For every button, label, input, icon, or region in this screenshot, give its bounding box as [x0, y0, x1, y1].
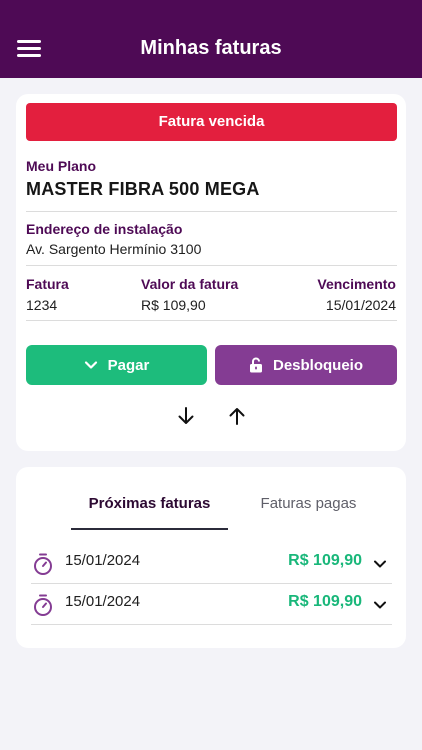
unlocked-padlock-icon	[249, 357, 262, 373]
arrow-down-icon[interactable]	[174, 404, 198, 428]
stopwatch-icon	[34, 594, 52, 616]
plan-label: Meu Plano	[26, 158, 97, 174]
invoice-amount-label: Valor da fatura	[141, 276, 239, 292]
address-value: Av. Sargento Hermínio 3100	[26, 241, 202, 257]
invoice-date: 15/01/2024	[65, 552, 141, 569]
overdue-status-banner: Fatura vencida	[26, 103, 397, 141]
address-label: Endereço de instalação	[26, 221, 183, 237]
unlock-button-label: Desbloqueio	[272, 356, 363, 374]
invoices-list-card: Próximas faturas Faturas pagas 15/01/202…	[16, 467, 406, 648]
pay-button[interactable]: Pagar	[26, 345, 207, 385]
invoice-amount: R$ 109,90	[288, 552, 362, 569]
chevron-down-icon	[84, 361, 97, 369]
divider	[31, 624, 392, 625]
invoice-amount-value: R$ 109,90	[141, 297, 206, 313]
invoice-number-group: Fatura 1234	[26, 276, 69, 313]
invoice-amount: R$ 109,90	[288, 593, 362, 610]
due-date-label: Vencimento	[317, 276, 396, 292]
divider	[26, 320, 397, 321]
tab-upcoming-invoices[interactable]: Próximas faturas	[71, 495, 228, 512]
pay-button-label: Pagar	[107, 356, 150, 374]
plan-name: MASTER FIBRA 500 MEGA	[26, 179, 260, 199]
invoice-number-label: Fatura	[26, 276, 69, 292]
invoice-date: 15/01/2024	[65, 593, 141, 610]
unlock-button[interactable]: Desbloqueio	[215, 345, 397, 385]
divider	[26, 265, 397, 266]
arrow-up-icon[interactable]	[225, 404, 249, 428]
tab-paid-invoices[interactable]: Faturas pagas	[236, 495, 381, 512]
list-item[interactable]: 15/01/2024 R$ 109,90	[31, 584, 392, 624]
due-date-value: 15/01/2024	[325, 297, 396, 313]
list-item[interactable]: 15/01/2024 R$ 109,90	[31, 543, 392, 583]
chevron-down-icon[interactable]	[372, 556, 388, 572]
invoice-number-value: 1234	[26, 297, 58, 313]
chevron-down-icon[interactable]	[372, 597, 388, 613]
active-tab-indicator	[71, 528, 228, 530]
current-invoice-card: Fatura vencida Meu Plano MASTER FIBRA 50…	[16, 94, 406, 451]
invoice-amount-group: Valor da fatura R$ 109,90	[141, 276, 238, 313]
page-title: Minhas faturas	[140, 37, 282, 59]
due-date-group: Vencimento 15/01/2024	[317, 276, 396, 313]
app-bar: Minhas faturas	[0, 0, 422, 78]
divider	[26, 211, 397, 212]
stopwatch-icon	[34, 553, 52, 575]
